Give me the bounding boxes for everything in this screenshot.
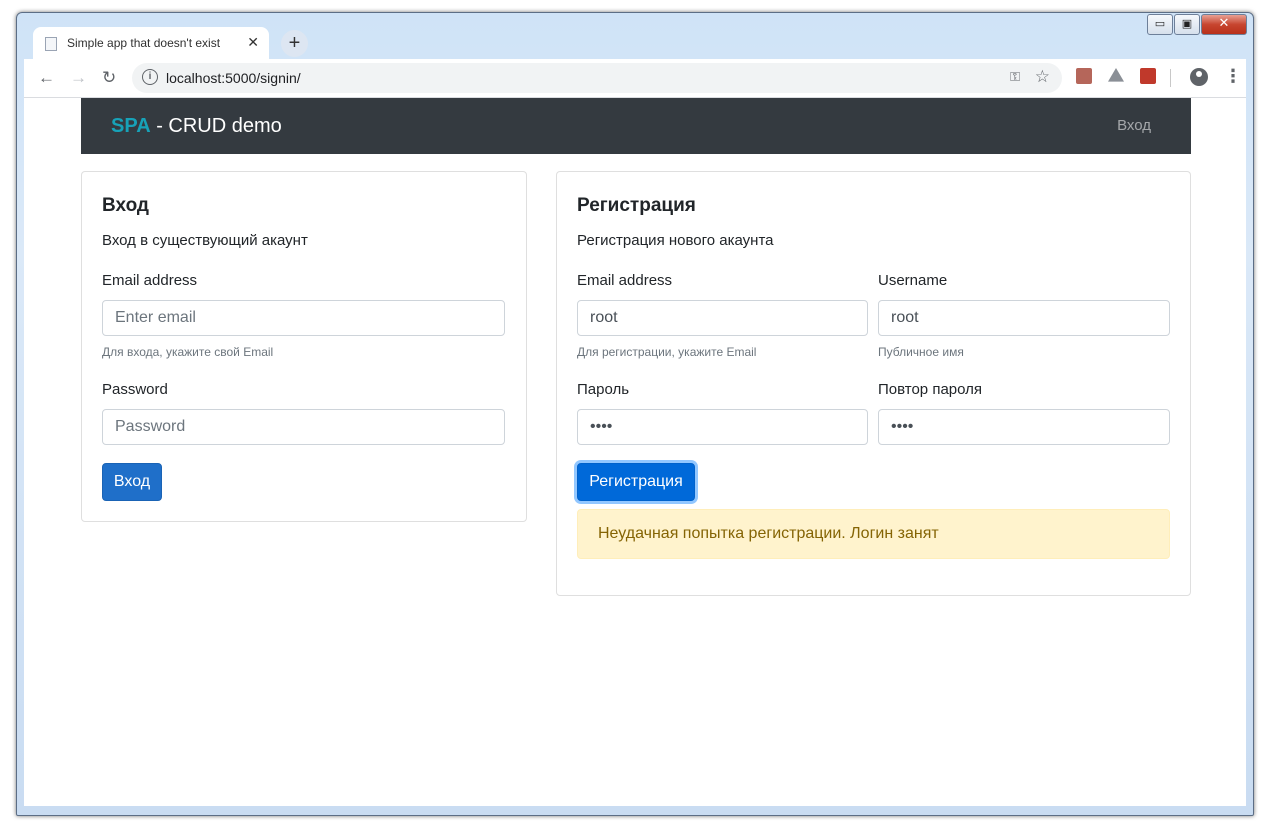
brand-text: - CRUD demo [150,115,282,137]
register-email-value: root [590,309,618,326]
browser-window: ▭ ▣ ✕ Simple app that doesn't exist ✕ + … [16,12,1254,816]
password-repeat-value: •••• [891,418,914,435]
password-repeat-input[interactable]: •••• [878,409,1170,445]
browser-tab[interactable]: Simple app that doesn't exist ✕ [33,27,269,59]
register-subtitle: Регистрация нового акаунта [577,232,774,249]
browser-toolbar: ← → ↻ i localhost:5000/signin/ ⚿ ☆ ⋮ [24,59,1246,98]
tab-close-icon[interactable]: ✕ [247,34,259,51]
brand[interactable]: SPA - CRUD demo [111,115,282,138]
register-email-input[interactable]: root [577,300,868,336]
window-close-button[interactable]: ✕ [1201,14,1247,35]
login-email-label: Email address [102,272,198,289]
page-icon [45,37,57,51]
register-password-value: •••• [590,418,613,435]
register-card: Регистрация Регистрация нового акаунта E… [556,171,1191,596]
extension-icon[interactable] [1140,68,1156,84]
nav-link-login[interactable]: Вход [1117,117,1151,134]
register-email-help: Для регистрации, укажите Email [577,345,757,359]
site-info-icon[interactable]: i [142,69,158,85]
forward-arrow-icon[interactable]: → [70,68,87,88]
reload-icon[interactable]: ↻ [102,68,116,88]
page-viewport: SPA - CRUD demo Вход Вход Вход в существ… [24,98,1246,806]
login-password-input[interactable]: Password [102,409,505,445]
register-title: Регистрация [577,195,696,216]
address-bar[interactable]: i localhost:5000/signin/ ⚿ ☆ [132,63,1062,93]
login-title: Вход [102,195,149,216]
username-help: Публичное имя [878,345,964,359]
login-button[interactable]: Вход [102,463,162,501]
window-controls: ▭ ▣ ✕ [1146,14,1247,35]
back-arrow-icon[interactable]: ← [38,68,55,88]
toolbar-divider [1170,69,1171,87]
register-password-input[interactable]: •••• [577,409,868,445]
url-text[interactable]: localhost:5000/signin/ [166,70,301,86]
login-email-help: Для входа, укажите свой Email [102,345,274,359]
register-button[interactable]: Регистрация [577,463,695,501]
profile-avatar-icon[interactable] [1190,68,1208,86]
login-email-input[interactable]: Enter email [102,300,505,336]
pdf-extension-icon[interactable] [1076,68,1092,84]
menu-kebab-icon[interactable]: ⋮ [1224,66,1242,87]
register-error-alert: Неудачная попытка регистрации. Логин зан… [577,509,1170,559]
bookmark-star-icon[interactable]: ☆ [1035,67,1050,87]
register-password-label: Пароль [577,381,630,398]
login-card: Вход Вход в существующий акаунт Email ad… [81,171,527,522]
username-value: root [891,309,919,326]
app-navbar: SPA - CRUD demo Вход [81,98,1191,154]
username-label: Username [878,272,948,289]
login-subtitle: Вход в существующий акаунт [102,232,308,249]
restore-button[interactable]: ▣ [1174,14,1200,35]
username-input[interactable]: root [878,300,1170,336]
register-email-label: Email address [577,272,673,289]
login-password-label: Password [102,381,168,398]
minimize-button[interactable]: ▭ [1147,14,1173,35]
login-email-placeholder: Enter email [115,309,196,326]
key-icon[interactable]: ⚿ [1010,69,1020,85]
drive-extension-icon[interactable] [1108,68,1124,82]
password-repeat-label: Повтор пароля [878,381,983,398]
new-tab-button[interactable]: + [281,30,308,57]
brand-accent: SPA [111,115,151,137]
login-password-placeholder: Password [115,418,186,435]
tab-title: Simple app that doesn't exist [67,36,221,50]
